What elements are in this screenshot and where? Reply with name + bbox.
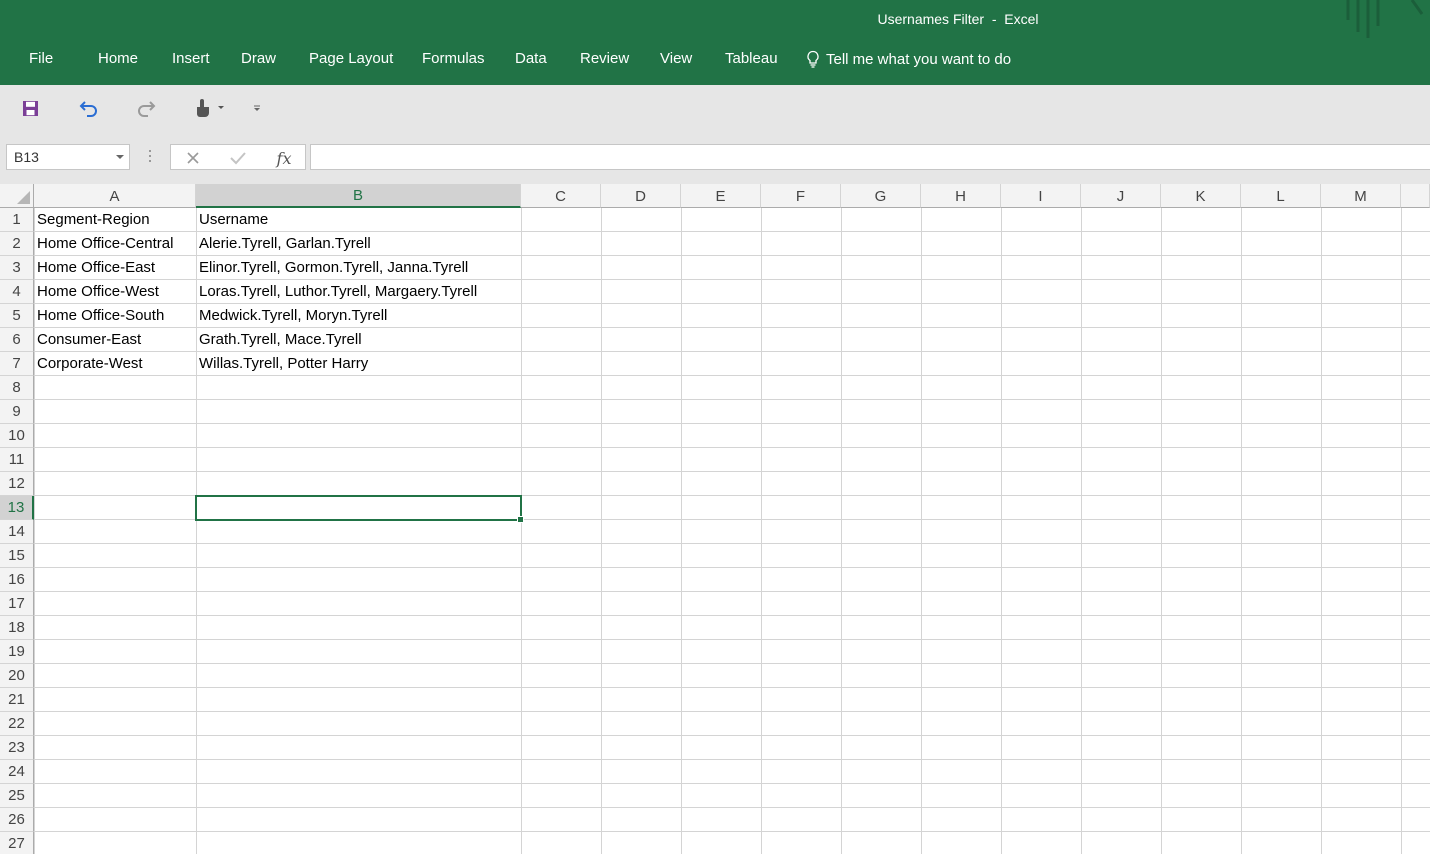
column-header-i[interactable]: I bbox=[1001, 184, 1081, 208]
row-header-17[interactable]: 17 bbox=[0, 592, 34, 616]
row-header-3[interactable]: 3 bbox=[0, 256, 34, 280]
cell-b5[interactable]: Medwick.Tyrell, Moryn.Tyrell bbox=[199, 304, 387, 328]
touch-mode-icon bbox=[197, 99, 224, 117]
undo-button[interactable] bbox=[77, 97, 101, 119]
customize-qat-button[interactable] bbox=[250, 97, 264, 119]
tab-draw[interactable]: Draw bbox=[241, 50, 276, 67]
quick-access-toolbar bbox=[0, 85, 1430, 139]
fill-handle[interactable] bbox=[517, 516, 524, 523]
row-header-9[interactable]: 9 bbox=[0, 400, 34, 424]
chevron-down-icon[interactable] bbox=[116, 155, 124, 159]
cell-a5[interactable]: Home Office-South bbox=[37, 304, 164, 328]
row-header-13[interactable]: 13 bbox=[0, 496, 34, 520]
cell-b7[interactable]: Willas.Tyrell, Potter Harry bbox=[199, 352, 368, 376]
column-header-l[interactable]: L bbox=[1241, 184, 1321, 208]
row-header-26[interactable]: 26 bbox=[0, 808, 34, 832]
cell-b6[interactable]: Grath.Tyrell, Mace.Tyrell bbox=[199, 328, 362, 352]
row-header-1[interactable]: 1 bbox=[0, 208, 34, 232]
row-header-7[interactable]: 7 bbox=[0, 352, 34, 376]
enter-button[interactable] bbox=[227, 148, 249, 168]
column-header-f[interactable]: F bbox=[761, 184, 841, 208]
column-header-h[interactable]: H bbox=[921, 184, 1001, 208]
cell-a6[interactable]: Consumer-East bbox=[37, 328, 141, 352]
row-header-23[interactable]: 23 bbox=[0, 736, 34, 760]
row-header-14[interactable]: 14 bbox=[0, 520, 34, 544]
formula-buttons: fx bbox=[170, 144, 306, 170]
select-all-triangle-icon bbox=[17, 191, 30, 204]
close-icon bbox=[187, 152, 199, 164]
tab-page-layout[interactable]: Page Layout bbox=[309, 50, 393, 67]
column-header-j[interactable]: J bbox=[1081, 184, 1161, 208]
tab-data[interactable]: Data bbox=[515, 50, 547, 67]
cell-b4[interactable]: Loras.Tyrell, Luthor.Tyrell, Margaery.Ty… bbox=[199, 280, 477, 304]
row-header-15[interactable]: 15 bbox=[0, 544, 34, 568]
row-header-12[interactable]: 12 bbox=[0, 472, 34, 496]
redo-icon bbox=[138, 101, 156, 117]
row-header-27[interactable]: 27 bbox=[0, 832, 34, 854]
customize-qat-icon bbox=[254, 105, 260, 111]
cell-a7[interactable]: Corporate-West bbox=[37, 352, 143, 376]
row-header-8[interactable]: 8 bbox=[0, 376, 34, 400]
row-header-11[interactable]: 11 bbox=[0, 448, 34, 472]
column-header-k[interactable]: K bbox=[1161, 184, 1241, 208]
row-header-6[interactable]: 6 bbox=[0, 328, 34, 352]
tell-me-search[interactable]: Tell me what you want to do bbox=[806, 50, 1011, 68]
row-header-19[interactable]: 19 bbox=[0, 640, 34, 664]
select-all-button[interactable] bbox=[0, 184, 34, 208]
row-header-22[interactable]: 22 bbox=[0, 712, 34, 736]
row-header-16[interactable]: 16 bbox=[0, 568, 34, 592]
tab-file[interactable]: File bbox=[29, 50, 53, 67]
tell-me-label: Tell me what you want to do bbox=[826, 50, 1012, 68]
cell-a3[interactable]: Home Office-East bbox=[37, 256, 155, 280]
tab-home[interactable]: Home bbox=[98, 50, 138, 67]
column-header-a[interactable]: A bbox=[34, 184, 196, 208]
tab-tableau[interactable]: Tableau bbox=[725, 50, 778, 67]
column-header-overflow[interactable] bbox=[1401, 184, 1430, 208]
row-header-24[interactable]: 24 bbox=[0, 760, 34, 784]
column-header-d[interactable]: D bbox=[601, 184, 681, 208]
cell-b2[interactable]: Alerie.Tyrell, Garlan.Tyrell bbox=[199, 232, 371, 256]
tab-review[interactable]: Review bbox=[580, 50, 629, 67]
name-box-value: B13 bbox=[14, 149, 39, 165]
row-header-25[interactable]: 25 bbox=[0, 784, 34, 808]
cell-a1[interactable]: Segment-Region bbox=[37, 208, 150, 232]
column-header-g[interactable]: G bbox=[841, 184, 921, 208]
title-bar: Usernames Filter - Excel File Home Inser… bbox=[0, 0, 1430, 85]
row-header-4[interactable]: 4 bbox=[0, 280, 34, 304]
row-header-5[interactable]: 5 bbox=[0, 304, 34, 328]
save-button[interactable] bbox=[18, 97, 42, 119]
column-header-m[interactable]: M bbox=[1321, 184, 1401, 208]
window-title: Usernames Filter - Excel bbox=[877, 11, 1039, 27]
lightbulb-icon bbox=[807, 50, 819, 68]
row-header-18[interactable]: 18 bbox=[0, 616, 34, 640]
tab-view[interactable]: View bbox=[660, 50, 692, 67]
cell-b3[interactable]: Elinor.Tyrell, Gormon.Tyrell, Janna.Tyre… bbox=[199, 256, 468, 280]
formula-input[interactable] bbox=[310, 144, 1430, 170]
active-cell[interactable] bbox=[195, 495, 524, 523]
save-icon bbox=[22, 100, 38, 116]
tab-insert[interactable]: Insert bbox=[172, 50, 210, 67]
column-header-b[interactable]: B bbox=[196, 184, 521, 208]
check-icon bbox=[230, 152, 246, 165]
tab-formulas[interactable]: Formulas bbox=[422, 50, 485, 67]
spreadsheet-grid[interactable]: ABCDEFGHIJKLM 1 2 3 4 5 6 7 8 9 10 11 12 13 14 15 16 17 1… bbox=[0, 184, 1430, 854]
redo-button[interactable] bbox=[134, 97, 158, 119]
resize-handle-icon[interactable] bbox=[149, 150, 152, 164]
cell-a4[interactable]: Home Office-West bbox=[37, 280, 159, 304]
excel-decoration-icon bbox=[1346, 0, 1424, 38]
column-header-c[interactable]: C bbox=[521, 184, 601, 208]
row-header-2[interactable]: 2 bbox=[0, 232, 34, 256]
cancel-button[interactable] bbox=[183, 148, 203, 168]
formula-bar: B13 fx bbox=[0, 139, 1430, 184]
row-header-20[interactable]: 20 bbox=[0, 664, 34, 688]
touch-mode-button[interactable] bbox=[192, 97, 228, 119]
name-box[interactable]: B13 bbox=[6, 144, 130, 170]
column-header-e[interactable]: E bbox=[681, 184, 761, 208]
row-header-10[interactable]: 10 bbox=[0, 424, 34, 448]
cell-b1[interactable]: Username bbox=[199, 208, 268, 232]
insert-function-button[interactable]: fx bbox=[271, 148, 297, 168]
cell-a2[interactable]: Home Office-Central bbox=[37, 232, 173, 256]
row-header-21[interactable]: 21 bbox=[0, 688, 34, 712]
undo-icon bbox=[79, 101, 97, 117]
